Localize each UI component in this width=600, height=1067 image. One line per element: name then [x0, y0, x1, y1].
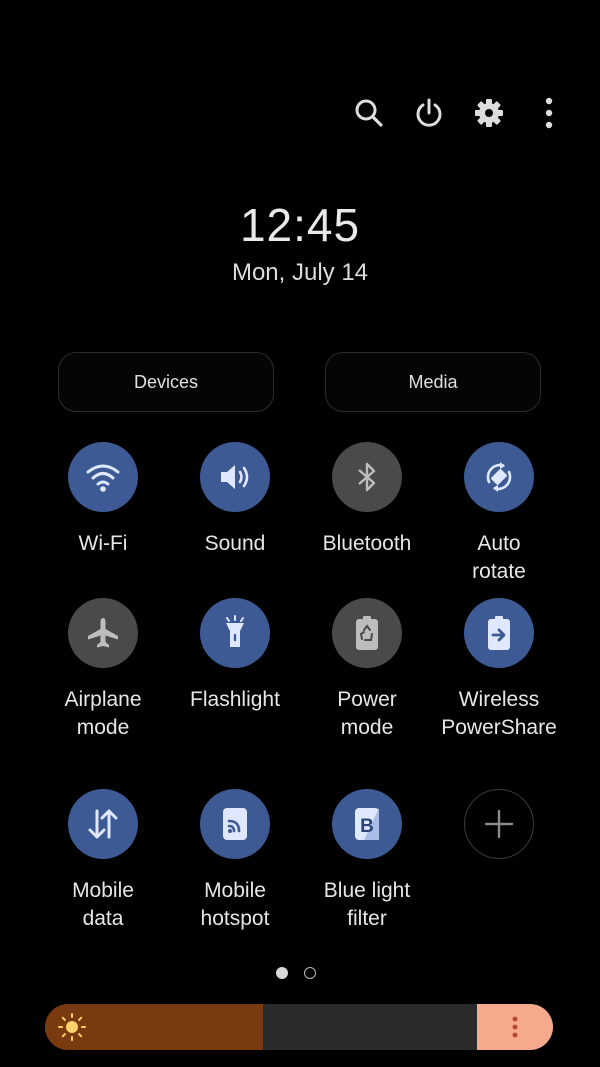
tile-wireless-powershare[interactable]: Wireless PowerShare [433, 598, 565, 742]
sun-icon [57, 1012, 87, 1047]
header-actions [352, 90, 566, 136]
devices-button[interactable]: Devices [58, 352, 274, 412]
more-options-icon [512, 1016, 518, 1038]
sound-icon [200, 442, 270, 512]
tile-label: Auto rotate [472, 532, 526, 583]
power-icon[interactable] [412, 90, 446, 136]
tile-label: Power mode [337, 688, 397, 739]
media-button[interactable]: Media [325, 352, 541, 412]
tile-label: Blue light filter [323, 879, 411, 930]
tile-auto-rotate[interactable]: Auto rotate [433, 442, 565, 586]
tile-label: Wi-Fi [78, 532, 128, 555]
tile-label: Airplane mode [64, 688, 142, 739]
clock-date[interactable]: Mon, July 14 [0, 259, 600, 287]
tile-label: Bluetooth [322, 532, 412, 555]
tile-label: Flashlight [190, 688, 280, 711]
tile-sound[interactable]: Sound [169, 442, 301, 558]
tile-bluetooth[interactable]: Bluetooth [301, 442, 433, 558]
page-dot-2[interactable] [304, 967, 316, 979]
auto-rotate-icon [464, 442, 534, 512]
flashlight-icon [200, 598, 270, 668]
mobile-data-icon [68, 789, 138, 859]
bluetooth-icon [332, 442, 402, 512]
tile-label: Sound [204, 532, 266, 555]
brightness-slider[interactable] [45, 1004, 553, 1050]
wifi-icon [68, 442, 138, 512]
tile-power-mode[interactable]: Power mode [301, 598, 433, 742]
tile-label: Mobile hotspot [200, 879, 270, 930]
tile-mobile-hotspot[interactable]: Mobile hotspot [169, 789, 301, 933]
tile-blue-light-filter[interactable]: B Blue light filter [301, 789, 433, 933]
airplane-icon [68, 598, 138, 668]
wireless-powershare-icon [464, 598, 534, 668]
tile-mobile-data[interactable]: Mobile data [37, 789, 169, 933]
tile-wifi[interactable]: Wi-Fi [37, 442, 169, 558]
clock-time[interactable]: 12:45 [0, 198, 600, 252]
brightness-options[interactable] [477, 1004, 553, 1050]
tile-label: Wireless PowerShare [441, 688, 557, 739]
tile-flashlight[interactable]: Flashlight [169, 598, 301, 714]
tile-add[interactable] [433, 789, 565, 877]
mobile-hotspot-icon [200, 789, 270, 859]
page-dot-1[interactable] [276, 967, 288, 979]
tile-label: Mobile data [72, 879, 134, 930]
search-icon[interactable] [352, 90, 386, 136]
power-mode-icon [332, 598, 402, 668]
svg-text:B: B [360, 816, 374, 837]
settings-icon[interactable] [472, 90, 506, 136]
tile-airplane-mode[interactable]: Airplane mode [37, 598, 169, 742]
plus-icon [464, 789, 534, 859]
more-options-icon[interactable] [532, 90, 566, 136]
page-indicator [276, 967, 316, 979]
blue-light-filter-icon: B [332, 789, 402, 859]
